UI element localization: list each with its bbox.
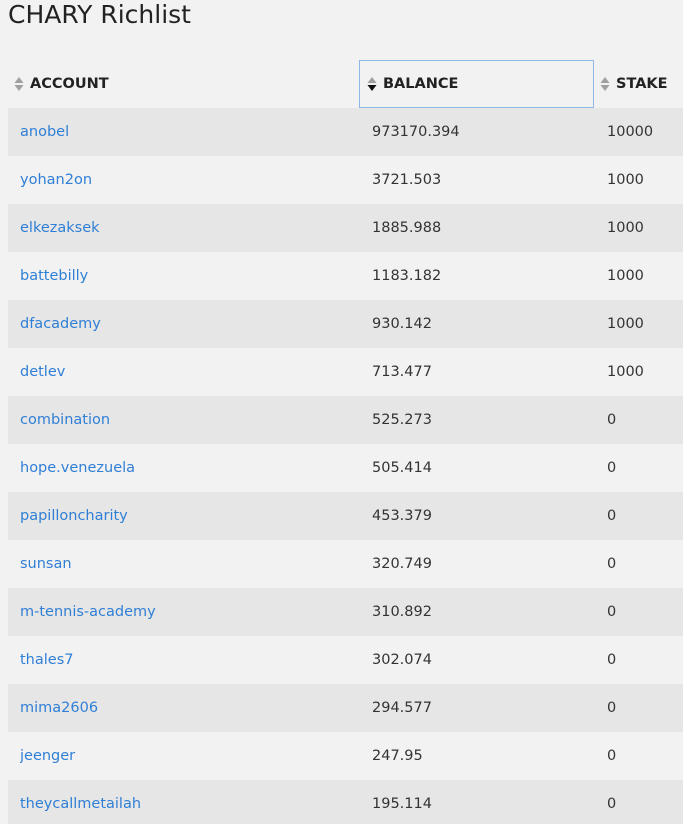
account-link[interactable]: papilloncharity [20,508,128,524]
column-header-account[interactable]: ACCOUNT [8,60,359,108]
stake-cell: 1000 [607,268,644,284]
account-cell: yohan2on [20,156,355,204]
column-header-stake[interactable]: STAKE [594,60,683,108]
balance-cell: 1183.182 [372,268,442,284]
balance-cell: 453.379 [372,508,432,524]
richlist-table: ACCOUNT BALANCE STAKE anobel 973170.394 … [8,60,683,824]
account-link[interactable]: sunsan [20,556,72,572]
account-cell: detlev [20,348,355,396]
table-row: mima2606 294.577 0 [8,684,683,732]
column-header-balance[interactable]: BALANCE [359,60,594,108]
account-link[interactable]: anobel [20,124,69,140]
stake-cell: 0 [607,556,617,572]
sort-descending-icon [367,76,377,92]
table-row: thales7 302.074 0 [8,636,683,684]
table-row: jeenger 247.95 0 [8,732,683,780]
account-link[interactable]: battebilly [20,268,88,284]
balance-cell: 1885.988 [372,220,442,236]
stake-cell: 0 [607,508,617,524]
table-row: detlev 713.477 1000 [8,348,683,396]
stake-cell: 0 [607,796,617,812]
balance-cell: 247.95 [372,748,423,764]
account-link[interactable]: m-tennis-academy [20,604,156,620]
account-cell: hope.venezuela [20,444,355,492]
column-header-balance-label: BALANCE [383,76,459,92]
sort-both-icon [14,76,24,92]
account-cell: m-tennis-academy [20,588,355,636]
table-row: dfacademy 930.142 1000 [8,300,683,348]
stake-cell: 0 [607,604,617,620]
account-link[interactable]: theycallmetailah [20,796,141,812]
balance-cell: 195.114 [372,796,432,812]
stake-cell: 0 [607,700,617,716]
balance-cell: 320.749 [372,556,432,572]
account-cell: thales7 [20,636,355,684]
stake-cell: 10000 [607,124,654,140]
page-title: CHARY Richlist [8,0,191,29]
table-row: yohan2on 3721.503 1000 [8,156,683,204]
balance-cell: 713.477 [372,364,432,380]
account-link[interactable]: thales7 [20,652,74,668]
account-cell: combination [20,396,355,444]
stake-cell: 1000 [607,220,644,236]
table-row: combination 525.273 0 [8,396,683,444]
table-header: ACCOUNT BALANCE STAKE [8,60,683,108]
balance-cell: 505.414 [372,460,432,476]
account-link[interactable]: dfacademy [20,316,101,332]
stake-cell: 1000 [607,316,644,332]
balance-cell: 310.892 [372,604,432,620]
table-row: hope.venezuela 505.414 0 [8,444,683,492]
table-row: anobel 973170.394 10000 [8,108,683,156]
table-body: anobel 973170.394 10000 yohan2on 3721.503 100… [8,108,683,824]
account-cell: papilloncharity [20,492,355,540]
account-link[interactable]: jeenger [20,748,75,764]
balance-cell: 302.074 [372,652,432,668]
stake-cell: 0 [607,748,617,764]
table-row: battebilly 1183.182 1000 [8,252,683,300]
account-link[interactable]: detlev [20,364,65,380]
stake-cell: 0 [607,652,617,668]
account-cell: sunsan [20,540,355,588]
balance-cell: 930.142 [372,316,432,332]
balance-cell: 525.273 [372,412,432,428]
stake-cell: 0 [607,412,617,428]
balance-cell: 973170.394 [372,124,460,140]
table-row: theycallmetailah 195.114 0 [8,780,683,824]
account-cell: battebilly [20,252,355,300]
table-row: papilloncharity 453.379 0 [8,492,683,540]
column-header-stake-label: STAKE [616,76,668,92]
table-row: elkezaksek 1885.988 1000 [8,204,683,252]
balance-cell: 294.577 [372,700,432,716]
account-cell: anobel [20,108,355,156]
account-link[interactable]: mima2606 [20,700,98,716]
richlist-page: CHARY Richlist ACCOUNT BALANCE STAKE ano… [0,0,683,824]
stake-cell: 0 [607,460,617,476]
account-link[interactable]: hope.venezuela [20,460,135,476]
account-cell: dfacademy [20,300,355,348]
balance-cell: 3721.503 [372,172,442,188]
account-link[interactable]: elkezaksek [20,220,100,236]
column-header-account-label: ACCOUNT [30,76,109,92]
account-link[interactable]: combination [20,412,110,428]
table-row: sunsan 320.749 0 [8,540,683,588]
account-cell: elkezaksek [20,204,355,252]
account-cell: mima2606 [20,684,355,732]
stake-cell: 1000 [607,364,644,380]
account-cell: jeenger [20,732,355,780]
sort-both-icon [600,76,610,92]
account-link[interactable]: yohan2on [20,172,92,188]
stake-cell: 1000 [607,172,644,188]
account-cell: theycallmetailah [20,780,355,824]
table-row: m-tennis-academy 310.892 0 [8,588,683,636]
